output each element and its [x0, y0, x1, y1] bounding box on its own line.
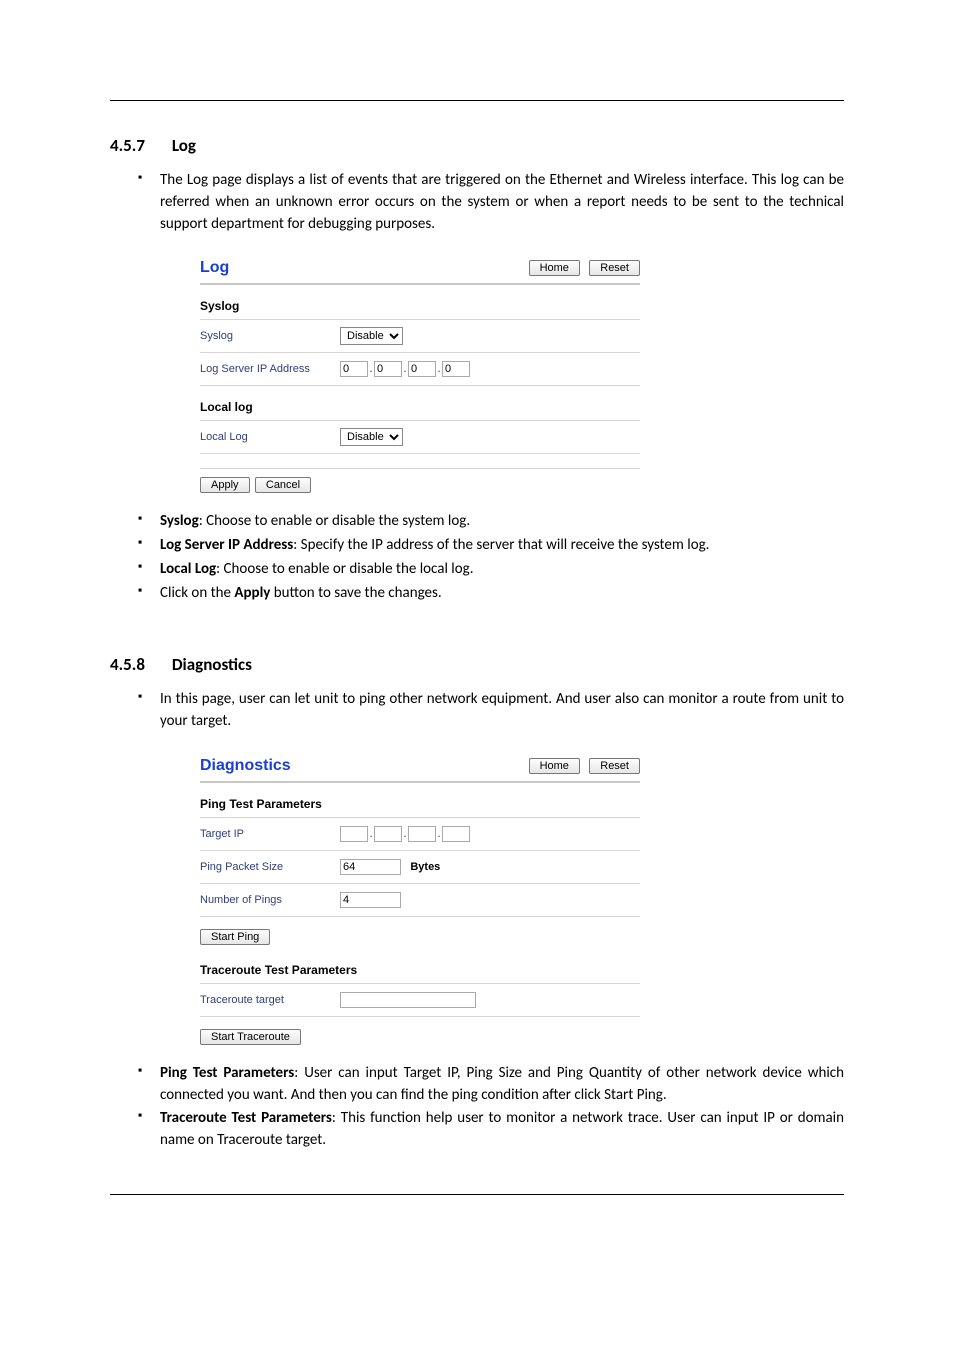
section-number: 4.5.7 — [110, 135, 168, 156]
reset-button[interactable]: Reset — [589, 758, 640, 774]
reset-button[interactable]: Reset — [589, 260, 640, 276]
target-ip-octet-1[interactable] — [340, 826, 368, 842]
number-of-pings-label: Number of Pings — [200, 894, 340, 906]
traceroute-target-label: Traceroute target — [200, 994, 340, 1006]
section-intro: The Log page displays a list of events t… — [138, 170, 844, 235]
section-heading-diagnostics: 4.5.8 Diagnostics — [110, 654, 844, 675]
bytes-unit: Bytes — [410, 861, 440, 873]
home-button[interactable]: Home — [529, 758, 580, 774]
start-ping-button[interactable]: Start Ping — [200, 929, 270, 945]
traceroute-target-input[interactable] — [340, 992, 476, 1008]
section-heading-log: 4.5.7 Log — [110, 135, 844, 156]
ping-packet-size-input[interactable] — [340, 859, 401, 875]
bullet-local-log: Local Log: Choose to enable or disable t… — [138, 559, 844, 581]
target-ip-octet-3[interactable] — [408, 826, 436, 842]
section-title: Diagnostics — [172, 654, 252, 675]
bullet-ping-params: Ping Test Parameters: User can input Tar… — [138, 1063, 844, 1107]
start-traceroute-button[interactable]: Start Traceroute — [200, 1029, 301, 1045]
ip-octet-2[interactable] — [374, 361, 402, 377]
syslog-select[interactable]: Disable — [340, 327, 403, 345]
section-intro: In this page, user can let unit to ping … — [138, 689, 844, 733]
bullet-apply: Click on the Apply button to save the ch… — [138, 583, 844, 605]
target-ip-label: Target IP — [200, 828, 340, 840]
local-log-select[interactable]: Disable — [340, 428, 403, 446]
ping-test-heading: Ping Test Parameters — [200, 797, 640, 811]
apply-button[interactable]: Apply — [200, 477, 250, 493]
local-log-label: Local Log — [200, 431, 340, 443]
traceroute-heading: Traceroute Test Parameters — [200, 963, 640, 977]
target-ip-octet-4[interactable] — [442, 826, 470, 842]
diagnostics-panel: Diagnostics Home Reset Ping Test Paramet… — [200, 757, 640, 1045]
cancel-button[interactable]: Cancel — [255, 477, 311, 493]
ip-octet-1[interactable] — [340, 361, 368, 377]
section-title: Log — [172, 135, 196, 156]
ip-octet-4[interactable] — [442, 361, 470, 377]
bullet-syslog: Syslog: Choose to enable or disable the … — [138, 511, 844, 533]
panel-title: Diagnostics — [200, 757, 291, 775]
log-server-ip-label: Log Server IP Address — [200, 363, 340, 375]
bullet-traceroute-params: Traceroute Test Parameters: This functio… — [138, 1108, 844, 1152]
target-ip-octet-2[interactable] — [374, 826, 402, 842]
home-button[interactable]: Home — [529, 260, 580, 276]
section-number: 4.5.8 — [110, 654, 168, 675]
ping-packet-size-label: Ping Packet Size — [200, 861, 340, 873]
number-of-pings-input[interactable] — [340, 892, 401, 908]
panel-title: Log — [200, 259, 229, 277]
ip-octet-3[interactable] — [408, 361, 436, 377]
bullet-log-server-ip: Log Server IP Address: Specify the IP ad… — [138, 535, 844, 557]
log-config-panel: Log Home Reset Syslog Syslog Disable Log… — [200, 259, 640, 493]
syslog-heading: Syslog — [200, 299, 640, 313]
local-log-heading: Local log — [200, 400, 640, 414]
syslog-label: Syslog — [200, 330, 340, 342]
